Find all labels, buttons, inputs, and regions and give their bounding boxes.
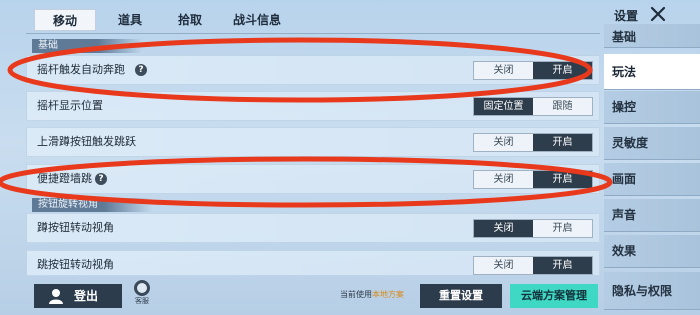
tab-pickup[interactable]: 拾取 [168,9,212,31]
scheme-name-link[interactable]: 本地方案 [372,290,404,299]
tab-combat-info[interactable]: 战斗信息 [224,9,290,31]
settings-title: 设置 [614,9,639,23]
option-off[interactable]: 关闭 [474,220,533,237]
setting-row-jump-rotate: 跳按钮转动视角 关闭 开启 [26,250,600,276]
section-header-basic: 基础 [32,39,142,53]
option-off[interactable]: 关闭 [474,257,533,274]
cloud-scheme-button[interactable]: 云端方案管理 [510,284,598,308]
setting-row-crouch-rotate: 蹲按钮转动视角 关闭 开启 [26,213,600,243]
section-header-button-rotate: 按钮旋转视角 [32,198,152,212]
setting-row-swipe-crouch-jump: 上滑蹲按钮触发跳跃 关闭 开启 [26,127,600,157]
customer-service-button[interactable]: 客服 [131,280,153,306]
sidebar-item-controls[interactable]: 操控 [604,91,700,124]
logout-button[interactable]: 登出 [34,284,122,308]
option-off[interactable]: 关闭 [474,62,533,79]
toggle-crouch-rotate[interactable]: 关闭 开启 [473,219,593,238]
option-on[interactable]: 开启 [533,134,592,151]
setting-row-joystick-auto-run: 摇杆触发自动奔跑 ? 关闭 开启 [26,55,600,85]
option-fixed[interactable]: 固定位置 [474,98,533,115]
tab-divider [26,33,600,34]
logout-label: 登出 [74,289,99,303]
option-off[interactable]: 关闭 [474,171,533,188]
setting-label: 摇杆显示位置 [37,99,103,112]
tab-items[interactable]: 道具 [108,9,152,31]
scheme-prefix: 当前使用 [340,290,372,299]
setting-label: 上滑蹲按钮触发跳跃 [37,135,136,148]
sidebar-item-sensitivity[interactable]: 灵敏度 [604,127,700,160]
toggle-joystick-position[interactable]: 固定位置 跟随 [473,97,593,116]
option-on[interactable]: 开启 [533,62,592,79]
option-off[interactable]: 关闭 [474,134,533,151]
sidebar-item-graphics[interactable]: 画面 [604,163,700,196]
setting-row-quick-wall-jump: 便捷蹬墙跳 ? 关闭 开启 [26,164,600,194]
close-icon[interactable] [650,6,666,22]
user-icon [49,289,63,304]
option-on[interactable]: 开启 [533,257,592,274]
sidebar-item-gameplay[interactable]: 玩法 [604,54,700,90]
help-icon[interactable]: ? [95,173,107,185]
top-tab-bar: 移动 道具 拾取 战斗信息 [0,0,600,36]
setting-label: 跳按钮转动视角 [37,258,114,271]
sidebar-item-sound[interactable]: 声音 [604,199,700,232]
setting-label: 摇杆触发自动奔跑 [37,63,125,76]
setting-label: 蹲按钮转动视角 [37,221,114,234]
current-scheme-text: 当前使用本地方案 [340,289,404,300]
toggle-joystick-auto-run[interactable]: 关闭 开启 [473,61,593,80]
reset-settings-button[interactable]: 重置设置 [420,284,502,308]
option-on[interactable]: 开启 [533,171,592,188]
setting-row-joystick-position: 摇杆显示位置 固定位置 跟随 [26,91,600,121]
customer-service-icon [134,280,150,296]
sidebar-item-effects[interactable]: 效果 [604,235,700,268]
help-icon[interactable]: ? [135,64,147,76]
sidebar-item-basic[interactable]: 基础 [604,24,700,48]
toggle-swipe-crouch-jump[interactable]: 关闭 开启 [473,133,593,152]
option-on[interactable]: 开启 [533,220,592,237]
setting-label: 便捷蹬墙跳 [37,172,92,185]
option-follow[interactable]: 跟随 [533,98,592,115]
toggle-quick-wall-jump[interactable]: 关闭 开启 [473,170,593,189]
sidebar-item-privacy[interactable]: 隐私与权限 [604,272,700,310]
settings-sidebar: 基础 玩法 操控 灵敏度 画面 声音 效果 隐私与权限 [604,24,700,315]
tab-move[interactable]: 移动 [34,9,96,31]
customer-service-label: 客服 [135,297,149,305]
toggle-jump-rotate[interactable]: 关闭 开启 [473,256,593,275]
